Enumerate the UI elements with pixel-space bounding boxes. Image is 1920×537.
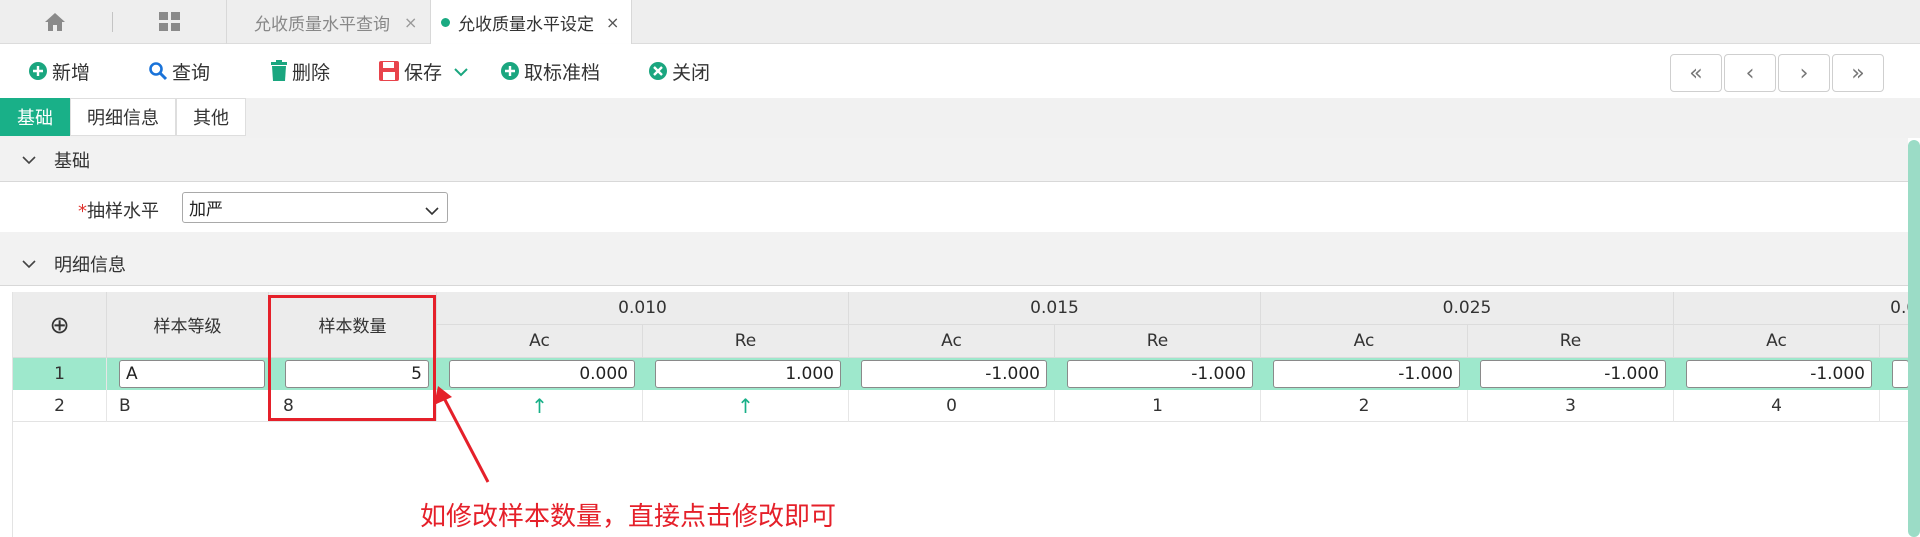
partial-input[interactable] (1892, 360, 1908, 388)
plus-circle-icon (500, 61, 520, 81)
query-label: 查询 (172, 61, 211, 84)
group-title: 基础 (54, 150, 90, 172)
chevron-down-icon (22, 155, 36, 165)
vertical-scrollbar[interactable] (1908, 140, 1920, 537)
sample-level-cell[interactable]: B (107, 390, 269, 422)
select-value: 加严 (189, 200, 223, 220)
divider (226, 0, 227, 44)
ac-input[interactable]: -1.000 (1273, 360, 1460, 388)
section-tabs: 基础 明细信息 其他 (0, 98, 1920, 138)
double-chevron-right-icon: » (1851, 60, 1865, 86)
ac-input[interactable]: -1.000 (1686, 360, 1872, 388)
query-button[interactable]: 查询 (148, 58, 210, 84)
sample-level-input[interactable]: A (119, 360, 265, 388)
chevron-down-icon (22, 259, 36, 269)
add-row-button[interactable]: ⊕ (13, 292, 107, 358)
spacer (0, 232, 1908, 242)
annotation-text: 如修改样本数量，直接点击修改即可 (420, 502, 837, 532)
save-button[interactable]: 保存 (378, 58, 468, 84)
plus-circle-icon: ⊕ (49, 310, 70, 339)
tab-basic[interactable]: 基础 (0, 98, 70, 136)
close-label: 关闭 (672, 61, 711, 84)
col-group-header: 0.015 (849, 292, 1261, 325)
double-chevron-left-icon: « (1689, 60, 1703, 86)
col-header-ac[interactable]: Ac (437, 325, 643, 358)
col-header-ac[interactable]: Ac (1674, 325, 1880, 358)
divider (112, 12, 113, 32)
last-page-button[interactable]: » (1832, 54, 1884, 92)
floppy-disk-icon (378, 60, 400, 82)
close-icon[interactable]: × (404, 13, 417, 32)
required-mark: * (78, 201, 87, 222)
col-group-header: 0.025 (1261, 292, 1674, 325)
tab-label: 允收质量水平查询 (254, 14, 390, 35)
home-icon[interactable] (40, 9, 70, 35)
sampling-level-select[interactable]: 加严 (182, 192, 448, 223)
chevron-right-icon: › (1799, 60, 1809, 86)
col-header-re[interactable]: Re (1468, 325, 1674, 358)
ac-cell[interactable]: 2 (1261, 390, 1468, 422)
chevron-down-icon (425, 201, 439, 221)
col-group-header: 0.04 (1674, 292, 1908, 325)
re-input[interactable]: -1.000 (1480, 360, 1666, 388)
arrow-up-icon[interactable]: ↑ (437, 390, 643, 422)
sampling-level-label: *抽样水平 (78, 197, 159, 223)
prev-page-button[interactable]: ‹ (1724, 54, 1776, 92)
add-label: 新增 (52, 61, 91, 84)
tab-other[interactable]: 其他 (176, 98, 246, 136)
search-icon (148, 61, 168, 81)
col-group-header: 0.010 (437, 292, 849, 325)
next-page-button[interactable]: › (1778, 54, 1830, 92)
ac-cell[interactable]: 4 (1674, 390, 1880, 422)
close-button[interactable]: 关闭 (648, 58, 710, 84)
tab-aql-setting[interactable]: 允收质量水平设定 × (430, 0, 632, 44)
group-title: 明细信息 (54, 254, 126, 276)
re-cell[interactable]: 1 (1055, 390, 1261, 422)
plus-circle-icon (28, 61, 48, 81)
col-header-re[interactable]: Re (1055, 325, 1261, 358)
col-header-ac[interactable]: Ac (1261, 325, 1468, 358)
ac-input[interactable]: 0.000 (449, 360, 635, 388)
first-page-button[interactable]: « (1670, 54, 1722, 92)
apps-grid-icon[interactable] (156, 9, 184, 35)
fetch-standard-button[interactable]: 取标准档 (500, 58, 600, 84)
ac-cell[interactable]: 0 (849, 390, 1055, 422)
chevron-left-icon: ‹ (1745, 60, 1755, 86)
group-header-detail[interactable]: 明细信息 (0, 242, 1908, 286)
arrow-up-icon[interactable]: ↑ (643, 390, 849, 422)
save-label: 保存 (404, 61, 443, 84)
tab-aql-query[interactable]: 允收质量水平查询 × (254, 0, 417, 44)
active-dot-icon (441, 17, 450, 27)
re-input[interactable]: -1.000 (1067, 360, 1253, 388)
chevron-down-icon[interactable] (454, 60, 468, 82)
toolbar: 新增 查询 删除 保存 取标准档 关闭 « ‹ › » (0, 44, 1920, 98)
row-number: 1 (13, 358, 107, 390)
close-icon[interactable]: × (606, 13, 619, 32)
close-circle-icon (648, 61, 668, 81)
delete-button[interactable]: 删除 (270, 58, 330, 84)
ac-input[interactable]: -1.000 (861, 360, 1047, 388)
trash-icon (270, 60, 288, 82)
row-number: 2 (13, 390, 107, 422)
top-tab-bar: 允收质量水平查询 × 允收质量水平设定 × (0, 0, 1920, 44)
col-header-ac[interactable]: Ac (849, 325, 1055, 358)
delete-label: 删除 (292, 61, 331, 84)
annotation-highlight-box (268, 295, 436, 421)
tab-detail[interactable]: 明细信息 (70, 98, 176, 136)
group-header-basic[interactable]: 基础 (0, 138, 1908, 182)
add-button[interactable]: 新增 (28, 58, 90, 84)
col-header-sample-level[interactable]: 样本等级 (107, 292, 269, 358)
fetch-standard-label: 取标准档 (524, 61, 601, 84)
form-row-sampling-level: *抽样水平 加严 (0, 183, 1908, 232)
label-text: 抽样水平 (87, 201, 159, 222)
re-cell[interactable]: 3 (1468, 390, 1674, 422)
re-input[interactable]: 1.000 (655, 360, 841, 388)
tab-label: 允收质量水平设定 (458, 14, 594, 35)
col-header-partial (1880, 325, 1908, 358)
col-header-re[interactable]: Re (643, 325, 849, 358)
